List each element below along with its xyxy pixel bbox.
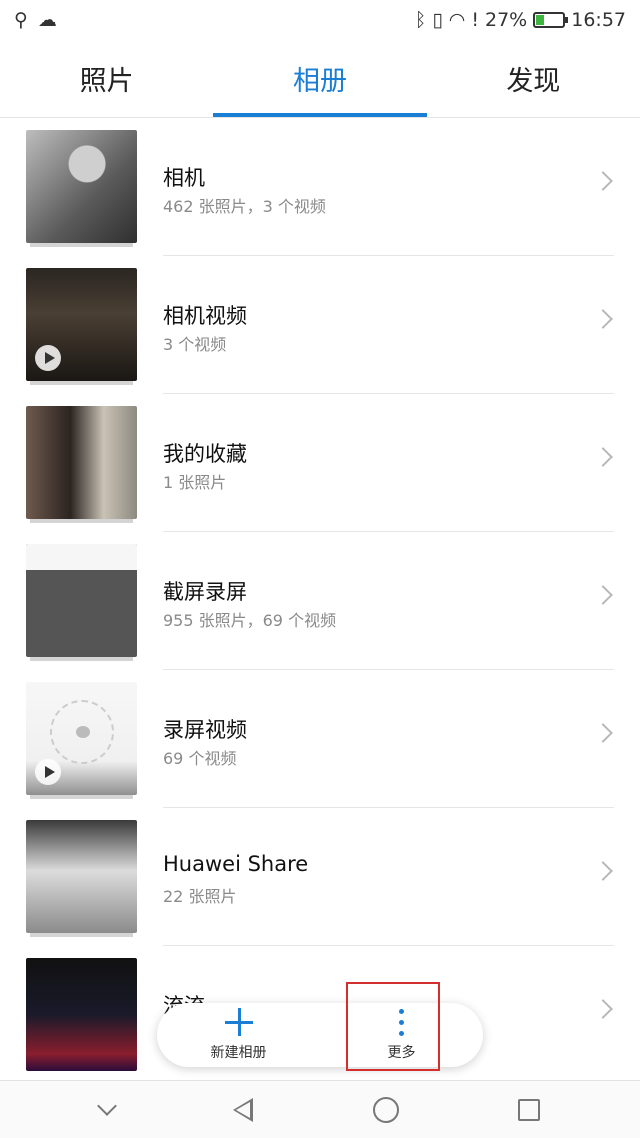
new-album-button[interactable]: 新建相册 xyxy=(157,1003,320,1067)
thumbnail-stack-shadow xyxy=(30,519,133,523)
tab-photos-label: 照片 xyxy=(79,66,134,97)
album-name: 录屏视频 xyxy=(163,718,247,742)
thumbnail-stack-shadow xyxy=(30,933,133,937)
usb-icon: ⚲ xyxy=(14,9,28,31)
highlight-box xyxy=(346,982,440,1071)
chevron-right-icon xyxy=(593,171,613,191)
home-icon[interactable] xyxy=(372,1096,399,1123)
album-row-favorites[interactable]: 我的收藏 1 张照片 xyxy=(0,394,640,532)
album-thumbnail xyxy=(26,820,137,933)
album-list: 相机 462 张照片，3 个视频 相机视频 3 个视频 我的收藏 1 张照片 截… xyxy=(0,118,640,1084)
chevron-right-icon xyxy=(593,861,613,881)
status-left: ⚲ ☁ xyxy=(14,9,57,31)
vibrate-icon: ▯ xyxy=(432,9,443,31)
play-icon xyxy=(35,759,61,785)
album-count: 955 张照片，69 个视频 xyxy=(163,611,337,630)
album-thumbnail xyxy=(26,130,137,243)
chevron-right-icon xyxy=(593,723,613,743)
album-name: 相机 xyxy=(163,166,205,190)
system-navigation-bar xyxy=(0,1080,640,1138)
album-name: 相机视频 xyxy=(163,304,247,328)
tab-indicator xyxy=(213,113,427,117)
thumbnail-stack-shadow xyxy=(30,243,133,247)
album-thumbnail xyxy=(26,406,137,519)
album-count: 3 个视频 xyxy=(163,335,227,354)
album-row-camera[interactable]: 相机 462 张照片，3 个视频 xyxy=(0,118,640,256)
tab-albums[interactable]: 相册 xyxy=(213,40,427,117)
chevron-right-icon xyxy=(593,447,613,467)
battery-level xyxy=(536,15,544,25)
back-icon[interactable] xyxy=(233,1097,254,1122)
album-count: 22 张照片 xyxy=(163,887,237,906)
dial-graphic xyxy=(50,700,114,764)
album-row-huawei-share[interactable]: Huawei Share 22 张照片 xyxy=(0,808,640,946)
play-icon xyxy=(35,345,61,371)
thumbnail-stack-shadow xyxy=(30,381,133,385)
album-count: 1 张照片 xyxy=(163,473,227,492)
tab-discover-label: 发现 xyxy=(506,66,561,97)
chevron-right-icon xyxy=(593,309,613,329)
bluetooth-icon: ᛒ xyxy=(414,9,427,31)
plus-icon xyxy=(224,1008,253,1036)
album-row-screen-recordings[interactable]: 录屏视频 69 个视频 xyxy=(0,670,640,808)
album-thumbnail xyxy=(26,958,137,1071)
tab-bar: 照片 相册 发现 xyxy=(0,40,640,118)
album-thumbnail xyxy=(26,682,137,795)
battery-alert-icon: ! xyxy=(471,9,479,31)
album-name: 我的收藏 xyxy=(163,442,247,466)
clock: 16:57 xyxy=(571,9,626,31)
screenshot-preview xyxy=(26,544,137,570)
battery-icon xyxy=(533,12,569,28)
status-bar: ⚲ ☁ ᛒ ▯ ◠ ! 27% 16:57 xyxy=(0,0,640,40)
album-count: 462 张照片，3 个视频 xyxy=(163,197,326,216)
album-row-camera-video[interactable]: 相机视频 3 个视频 xyxy=(0,256,640,394)
album-name: 截屏录屏 xyxy=(163,580,247,604)
battery-percent: 27% xyxy=(485,9,528,31)
chevron-right-icon xyxy=(593,585,613,605)
album-thumbnail xyxy=(26,544,137,657)
cloud-icon: ☁ xyxy=(37,9,57,31)
chevron-down-icon[interactable] xyxy=(96,1095,117,1116)
album-name: Huawei Share xyxy=(163,852,309,876)
album-row-screenshots[interactable]: 截屏录屏 955 张照片，69 个视频 xyxy=(0,532,640,670)
recent-apps-icon[interactable] xyxy=(518,1098,541,1121)
new-album-label: 新建相册 xyxy=(210,1045,267,1061)
tab-photos[interactable]: 照片 xyxy=(0,40,213,117)
thumbnail-stack-shadow xyxy=(30,795,133,799)
chevron-right-icon xyxy=(593,999,613,1019)
album-count: 69 个视频 xyxy=(163,749,237,768)
tab-discover[interactable]: 发现 xyxy=(427,40,640,117)
wifi-icon: ◠ xyxy=(448,9,466,31)
status-right: ᛒ ▯ ◠ ! 27% 16:57 xyxy=(415,9,626,31)
tab-albums-label: 相册 xyxy=(292,66,347,97)
album-thumbnail xyxy=(26,268,137,381)
thumbnail-stack-shadow xyxy=(30,657,133,661)
